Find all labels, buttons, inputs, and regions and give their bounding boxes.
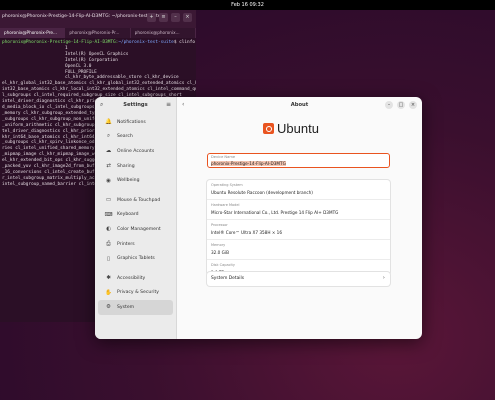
bell-icon: 🔔 [105,119,112,126]
maximize-icon[interactable]: □ [397,101,405,109]
online-accounts-icon: ☁ [105,148,112,155]
sidebar-item-search[interactable]: ⌕ Search [98,130,173,145]
menu-icon[interactable]: ≡ [159,13,168,22]
sidebar-title: Settings [123,102,148,108]
info-label: Operating System [211,183,243,187]
device-name-field[interactable]: Device Name phoronix-Prestige-14-Flip-AI… [207,153,390,168]
info-value: Ubuntu Resolute Raccoon (development bra… [211,189,313,195]
info-row: Processor Intel® Core™ Ultra X7 358H × 1… [207,220,390,240]
wellbeing-icon: ◉ [106,177,111,184]
ubuntu-icon [263,123,274,134]
system-info-card: Operating System Ubuntu Resolute Raccoon… [207,180,390,275]
tablet-icon: ▯ [106,255,111,262]
info-row: Memory 32.0 GiB [207,240,390,260]
sidebar: ⌕ Settings ≡ 🔔 Notifications ⌕ Search ☁ Onlin… [95,97,177,339]
terminal-tab[interactable]: phoronix@Phoronix-Pre... [0,28,66,38]
keyboard-icon: ⌨ [104,211,113,218]
device-name-label: Device Name [211,155,236,159]
sidebar-item-label: Privacy & Security [117,290,159,296]
system-icon: ⚙ [106,304,111,311]
chevron-right-icon: › [382,275,385,281]
info-row: Operating System Ubuntu Resolute Raccoon… [207,180,390,200]
search-icon: ⌕ [106,133,111,140]
sidebar-item-mouse-touchpad[interactable]: ▭ Mouse & Touchpad [98,193,173,208]
privacy-icon: ✋ [105,289,112,296]
sidebar-item-graphics-tablets[interactable]: ▯ Graphics Tablets [98,251,173,266]
minimize-icon[interactable]: – [385,101,393,109]
sidebar-item-label: Accessibility [117,275,146,281]
menu-icon[interactable]: ≡ [166,101,171,108]
new-tab-icon[interactable]: + [147,13,156,22]
command: $ clinfo [173,40,195,45]
system-details-label: System Details [211,276,244,281]
sidebar-item-label: Keyboard [117,212,139,218]
sidebar-item-keyboard[interactable]: ⌨ Keyboard [98,208,173,223]
sidebar-item-label: Online Accounts [117,148,155,154]
top-bar: Feb 16 09:32 [0,0,495,10]
sidebar-item-online-accounts[interactable]: ☁ Online Accounts [98,144,173,159]
ubuntu-logo: Ubuntu [263,121,319,136]
terminal-titlebar[interactable]: phoronix@Phoronix-Prestige-14-Flip-AI-D3… [0,10,196,28]
mouse-icon: ▭ [105,197,112,204]
info-value: Intel® Core™ Ultra X7 358H × 16 [211,229,282,235]
sidebar-item-label: Color Management [117,226,161,232]
prompt-user: phoronix@Phoronix-Prestige-14-Flip-AI-D3… [2,40,119,45]
sidebar-item-accessibility[interactable]: ✱ Accessibility [98,271,173,286]
info-value: 32.0 GiB [211,249,229,255]
sidebar-item-wellbeing[interactable]: ◉ Wellbeing [98,173,173,188]
terminal-tab[interactable]: phoronix@Phoronix-Pr... [65,28,131,38]
prompt-path: ~/phoronix-test-suite [118,40,174,45]
terminal-title: phoronix@Phoronix-Prestige-14-Flip-AI-D3… [2,14,161,19]
sidebar-item-label: Printers [117,241,135,247]
terminal-tabs: phoronix@Phoronix-Pre... phoronix@Phoron… [0,28,196,38]
sidebar-item-printers[interactable]: ⎙ Printers [98,237,173,252]
info-label: Memory [211,243,226,247]
sidebar-item-label: Search [117,134,133,140]
sidebar-item-label: Wellbeing [117,178,140,184]
terminal-tab[interactable]: phoronix@phoronix... [131,28,196,38]
sidebar-item-label: Notifications [117,119,146,125]
sidebar-item-privacy-security[interactable]: ✋ Privacy & Security [98,286,173,301]
printer-icon: ⎙ [106,240,111,247]
settings-window[interactable]: ⌕ Settings ≡ 🔔 Notifications ⌕ Search ☁ Onlin… [95,97,422,339]
sidebar-item-label: System [117,304,135,310]
clock[interactable]: Feb 16 09:32 [231,2,264,8]
info-label: Processor [211,223,228,227]
sidebar-item-label: Graphics Tablets [117,256,155,262]
logo-text: Ubuntu [277,121,319,136]
sidebar-item-notifications[interactable]: 🔔 Notifications [98,115,173,130]
sidebar-item-sharing[interactable]: ⇄ Sharing [98,159,173,174]
system-details-button[interactable]: System Details › [207,272,390,286]
sidebar-item-label: Mouse & Touchpad [117,197,161,203]
info-value: Micro-Star International Co., Ltd. Prest… [211,209,339,215]
sidebar-item-color-management[interactable]: ◐ Color Management [98,222,173,237]
close-icon[interactable]: × [183,13,192,22]
minimize-icon[interactable]: – [171,13,180,22]
info-label: Disk Capacity [211,263,235,267]
sidebar-item-label: Sharing [117,163,135,169]
share-icon: ⇄ [106,163,111,170]
accessibility-icon: ✱ [106,275,111,282]
about-panel: ‹ About – □ × Ubuntu Device Name phoroni… [177,97,422,339]
color-icon: ◐ [106,226,111,233]
info-row: Hardware Model Micro-Star International … [207,200,390,220]
info-label: Hardware Model [211,203,240,207]
device-name-value[interactable]: phoronix-Prestige-14-Flip-AI-D3MTG [211,160,286,166]
close-icon[interactable]: × [409,101,417,109]
sidebar-item-system[interactable]: ⚙ System [98,300,173,315]
